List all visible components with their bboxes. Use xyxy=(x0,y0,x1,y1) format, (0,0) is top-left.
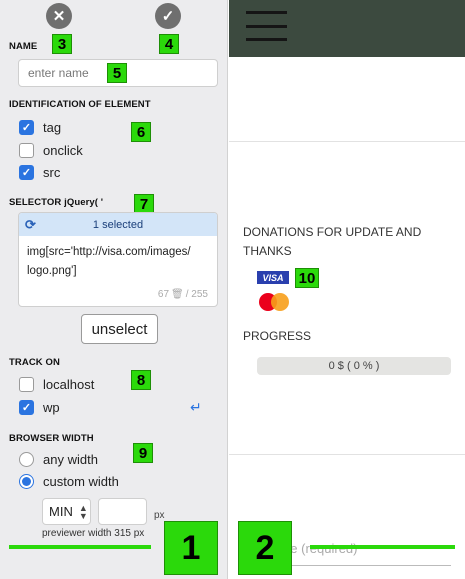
badge-6: 6 xyxy=(131,122,151,142)
mastercard-orange-circle xyxy=(271,293,289,311)
checkbox-checked-icon[interactable]: ✓ xyxy=(19,165,34,180)
unselect-button[interactable]: unselect xyxy=(81,314,158,344)
badge-7: 7 xyxy=(134,194,154,214)
checkbox-onclick-label: onclick xyxy=(43,143,83,158)
radio-custom-width[interactable]: custom width xyxy=(19,474,119,489)
badge-1: 1 xyxy=(164,521,218,575)
site-header xyxy=(229,0,465,57)
char-max: / 255 xyxy=(185,289,208,300)
visa-logo[interactable]: VISA xyxy=(257,271,289,284)
close-icon: ✕ xyxy=(52,8,66,25)
track-on-label: TRACK ON xyxy=(9,357,60,368)
checkbox-src-label: src xyxy=(43,165,61,180)
donations-title: DONATIONS FOR UPDATE AND THANKS xyxy=(243,225,422,258)
selector-textarea[interactable]: img[src='http://visa.com/images/ logo.pn… xyxy=(19,236,217,281)
progress-text: 0 $ ( 0 % ) xyxy=(328,360,380,372)
min-max-select[interactable]: MIN ▲ ▼ xyxy=(42,498,91,525)
name-input-placeholder: enter name xyxy=(28,66,89,80)
divider xyxy=(229,454,465,455)
radio-any-width[interactable]: any width xyxy=(19,452,98,467)
trash-icon[interactable]: 🗑 xyxy=(171,289,184,300)
green-marker-line-left xyxy=(9,545,151,549)
checkbox-unchecked-icon[interactable] xyxy=(19,377,34,392)
green-marker-line-right xyxy=(310,545,455,549)
mastercard-logo[interactable] xyxy=(259,291,293,313)
checkbox-tag[interactable]: ✓ tag xyxy=(19,120,61,135)
selector-value-line2: logo.png'] xyxy=(27,265,77,277)
px-unit-label: px xyxy=(154,510,165,521)
width-input[interactable] xyxy=(98,498,147,525)
progress-label: PROGRESS xyxy=(243,329,312,343)
badge-3: 3 xyxy=(52,34,72,54)
radio-unselected-icon[interactable] xyxy=(19,452,34,467)
checkbox-checked-icon[interactable]: ✓ xyxy=(19,120,34,135)
checkbox-src[interactable]: ✓ src xyxy=(19,165,60,180)
badge-5: 5 xyxy=(107,63,127,83)
checkbox-onclick[interactable]: onclick xyxy=(19,143,83,158)
check-icon: ✓ xyxy=(161,8,175,25)
divider xyxy=(229,141,465,142)
char-count: 67 xyxy=(157,289,170,300)
browser-width-label: BROWSER WIDTH xyxy=(9,433,94,444)
radio-custom-width-label: custom width xyxy=(43,474,119,489)
badge-10: 10 xyxy=(295,268,319,288)
progress-bar: 0 $ ( 0 % ) xyxy=(257,357,451,375)
element-editor-panel: ✕ ✓ NAME 3 4 enter name 5 IDENTIFICATION… xyxy=(0,0,228,579)
enter-icon[interactable]: ↵ xyxy=(190,399,202,416)
badge-4: 4 xyxy=(159,34,179,54)
updown-arrow-icon: ▲ ▼ xyxy=(78,502,88,521)
name-label: NAME xyxy=(9,41,38,52)
confirm-button[interactable]: ✓ xyxy=(155,3,181,29)
badge-9: 9 xyxy=(133,443,153,463)
checkbox-wp-label: wp xyxy=(43,400,60,415)
checkbox-checked-icon[interactable]: ✓ xyxy=(19,400,34,415)
char-counter: 67 🗑 / 255 xyxy=(158,289,208,300)
checkbox-localhost-label: localhost xyxy=(43,377,95,392)
badge-2: 2 xyxy=(238,521,292,575)
selected-count: 1 selected xyxy=(92,218,144,231)
checkbox-localhost[interactable]: localhost xyxy=(19,377,94,392)
selector-value-line1: img[src='http://visa.com/images/ xyxy=(27,246,191,258)
min-select-value: MIN xyxy=(49,504,73,519)
selector-label: SELECTOR jQuery( ' xyxy=(9,197,104,208)
selector-box[interactable]: ⟳ 1 selected img[src='http://visa.com/im… xyxy=(18,212,218,307)
previewer-width-label: previewer width 315 px xyxy=(42,528,145,539)
refresh-icon[interactable]: ⟳ xyxy=(25,217,36,233)
identification-label: IDENTIFICATION OF ELEMENT xyxy=(9,99,151,110)
selector-header: ⟳ 1 selected xyxy=(19,213,217,236)
close-button[interactable]: ✕ xyxy=(46,3,72,29)
checkbox-tag-label: tag xyxy=(43,120,62,135)
badge-8: 8 xyxy=(131,370,151,390)
checkbox-wp[interactable]: ✓ wp xyxy=(19,400,60,415)
radio-any-width-label: any width xyxy=(43,452,98,467)
radio-selected-icon[interactable] xyxy=(19,474,34,489)
hamburger-menu-icon[interactable] xyxy=(246,11,287,41)
checkbox-unchecked-icon[interactable] xyxy=(19,143,34,158)
